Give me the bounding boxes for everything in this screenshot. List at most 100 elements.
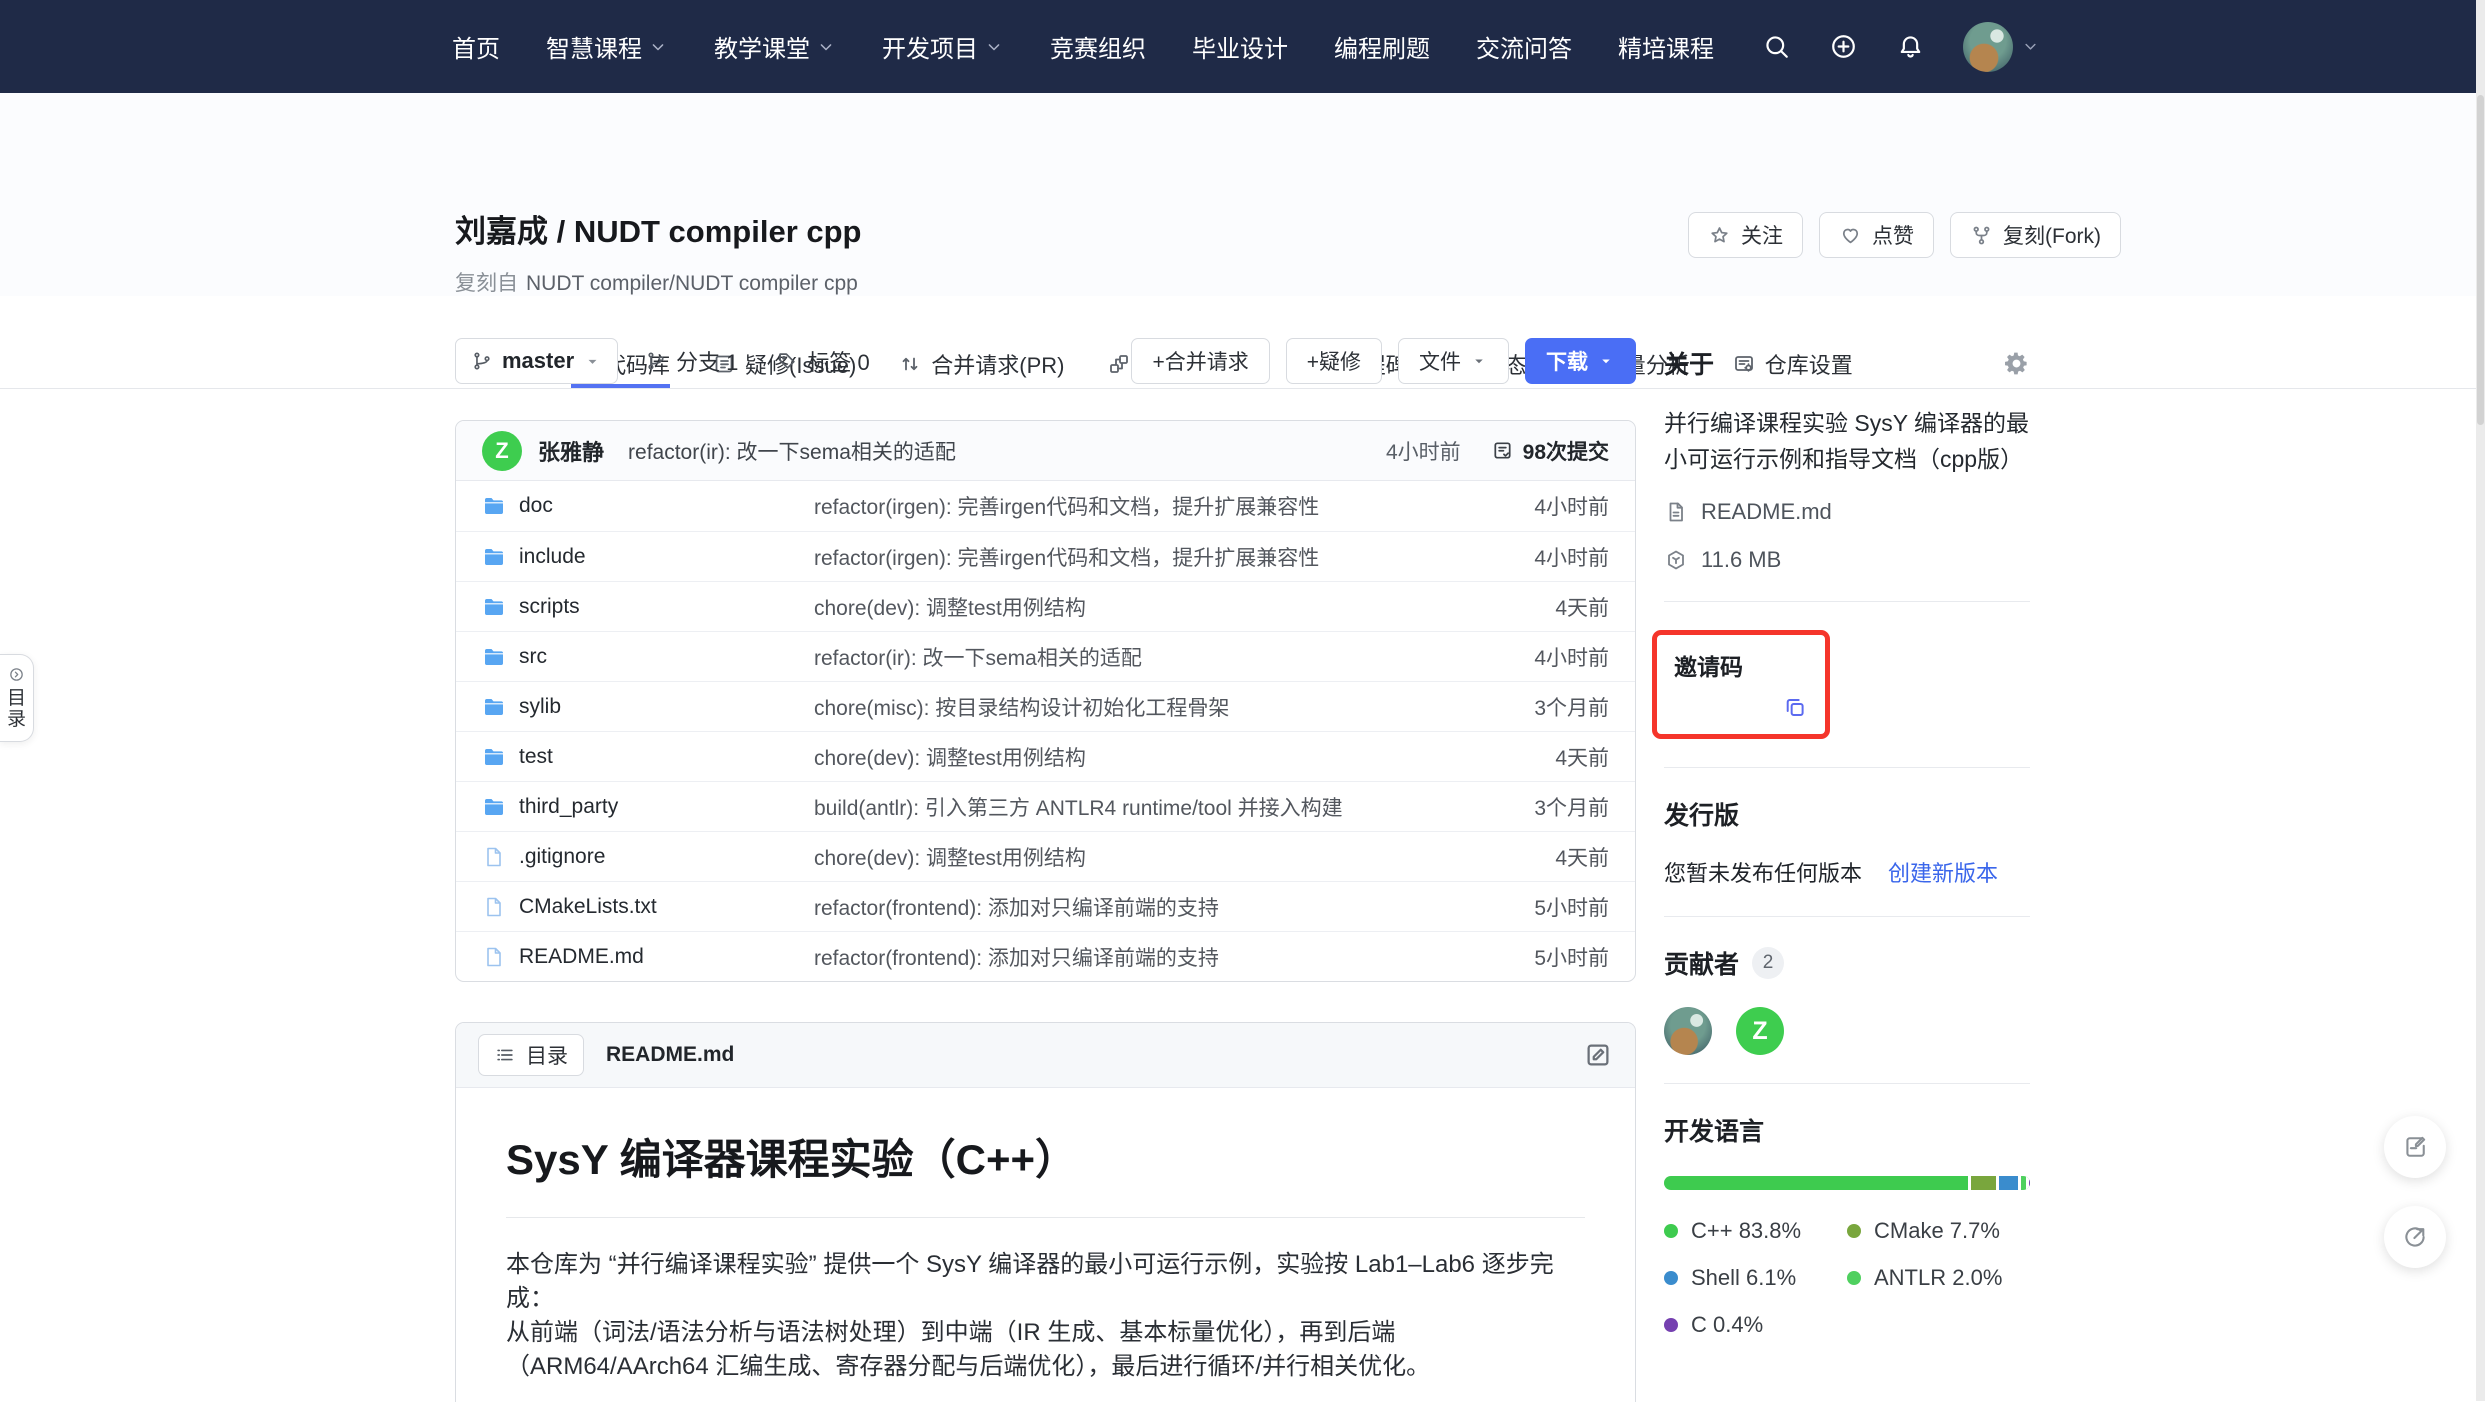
contributor-avatar-1[interactable] bbox=[1664, 1007, 1712, 1055]
file-menu-button[interactable]: 文件 bbox=[1398, 338, 1509, 384]
file-name[interactable]: include bbox=[519, 545, 586, 569]
readme-link[interactable]: README.md bbox=[1664, 499, 2030, 525]
table-row[interactable]: doc refactor(irgen): 完善irgen代码和文档，提升扩展兼容性… bbox=[456, 481, 1635, 531]
feedback-fab-button[interactable] bbox=[2384, 1116, 2446, 1178]
scrollbar-track[interactable] bbox=[2476, 0, 2485, 1401]
file-name[interactable]: CMakeLists.txt bbox=[519, 895, 657, 919]
file-commit-message[interactable]: chore(dev): 调整test用例结构 bbox=[814, 842, 1535, 872]
file-name-cell[interactable]: sylib bbox=[482, 695, 814, 719]
file-commit-message[interactable]: refactor(frontend): 添加对只编译前端的支持 bbox=[814, 942, 1514, 972]
readme-content: SysY 编译器课程实验（C++） 本仓库为 “并行编译课程实验” 提供一个 S… bbox=[456, 1088, 1635, 1402]
file-name-cell[interactable]: README.md bbox=[482, 945, 814, 969]
scrollbar-thumb[interactable] bbox=[2477, 95, 2484, 425]
commit-author-avatar[interactable]: Z bbox=[482, 431, 522, 471]
file-name[interactable]: doc bbox=[519, 494, 553, 518]
nav-item-4[interactable]: 开发项目 bbox=[882, 29, 1004, 64]
like-button[interactable]: 点赞 bbox=[1819, 212, 1934, 258]
toolbar-actions: +合并请求 +疑修 文件 下载 bbox=[1131, 338, 1636, 384]
file-name[interactable]: scripts bbox=[519, 595, 580, 619]
edit-icon[interactable] bbox=[1583, 1040, 1613, 1070]
language-segment bbox=[1971, 1176, 1999, 1190]
file-name-cell[interactable]: scripts bbox=[482, 595, 814, 619]
branch-name: master bbox=[502, 348, 574, 374]
file-name-cell[interactable]: third_party bbox=[482, 795, 814, 819]
nav-item-9[interactable]: 精培课程 bbox=[1618, 29, 1714, 64]
file-name-cell[interactable]: doc bbox=[482, 494, 814, 518]
side-toc-tab[interactable]: 目录 bbox=[0, 654, 34, 742]
table-row[interactable]: .gitignore chore(dev): 调整test用例结构 4天前 bbox=[456, 831, 1635, 881]
file-name[interactable]: test bbox=[519, 745, 553, 769]
nav-item-3[interactable]: 教学课堂 bbox=[714, 29, 836, 64]
file-commit-message[interactable]: refactor(ir): 改一下sema相关的适配 bbox=[814, 642, 1514, 672]
file-commit-message[interactable]: chore(dev): 调整test用例结构 bbox=[814, 592, 1535, 622]
forked-from-link[interactable]: NUDT compiler/NUDT compiler cpp bbox=[526, 272, 858, 295]
file-commit-message[interactable]: refactor(irgen): 完善irgen代码和文档，提升扩展兼容性 bbox=[814, 542, 1514, 572]
file-name-cell[interactable]: include bbox=[482, 545, 814, 569]
commit-time: 4小时前 bbox=[1386, 436, 1461, 466]
file-commit-message[interactable]: chore(misc): 按目录结构设计初始化工程骨架 bbox=[814, 692, 1514, 722]
language-legend-item: Shell 6.1% bbox=[1664, 1265, 1847, 1291]
copy-icon[interactable] bbox=[1782, 694, 1808, 721]
latest-commit-bar: Z 张雅静 refactor(ir): 改一下sema相关的适配 4小时前 98… bbox=[456, 421, 1635, 481]
user-menu[interactable] bbox=[1963, 22, 2040, 72]
commit-message[interactable]: refactor(ir): 改一下sema相关的适配 bbox=[628, 436, 956, 466]
star-icon bbox=[1708, 224, 1731, 247]
download-button[interactable]: 下载 bbox=[1525, 338, 1636, 384]
table-row[interactable]: scriptschore(dev): 调整test用例结构4天前 bbox=[456, 581, 1635, 631]
about-title: 关于 bbox=[1664, 345, 1714, 381]
commit-author[interactable]: 张雅静 bbox=[538, 435, 604, 467]
file-name[interactable]: sylib bbox=[519, 695, 561, 719]
new-issue-button[interactable]: +疑修 bbox=[1286, 338, 1382, 384]
file-name[interactable]: src bbox=[519, 645, 547, 669]
commits-count[interactable]: 98次提交 bbox=[1491, 436, 1609, 466]
watch-button[interactable]: 关注 bbox=[1688, 212, 1803, 258]
bell-icon[interactable] bbox=[1896, 32, 1925, 61]
file-name-cell[interactable]: src bbox=[482, 645, 814, 669]
file-name[interactable]: .gitignore bbox=[519, 845, 605, 869]
nav-item-2[interactable]: 智慧课程 bbox=[546, 29, 668, 64]
nav-item-6[interactable]: 毕业设计 bbox=[1192, 29, 1288, 64]
file-name-cell[interactable]: CMakeLists.txt bbox=[482, 895, 814, 919]
create-release-link[interactable]: 创建新版本 bbox=[1888, 856, 1998, 888]
table-row[interactable]: CMakeLists.txt refactor(frontend): 添加对只编译… bbox=[456, 881, 1635, 931]
fork-button[interactable]: 复刻(Fork) bbox=[1950, 212, 2121, 258]
table-row[interactable]: README.md refactor(frontend): 添加对只编译前端的支持… bbox=[456, 931, 1635, 981]
share-fab-button[interactable] bbox=[2384, 1206, 2446, 1268]
table-row[interactable]: sylibchore(misc): 按目录结构设计初始化工程骨架3个月前 bbox=[456, 681, 1635, 731]
nav-item-1[interactable]: 首页 bbox=[452, 29, 500, 64]
nav-item-7[interactable]: 编程刷题 bbox=[1334, 29, 1430, 64]
language-legend: C++ 83.8%CMake 7.7%Shell 6.1%ANTLR 2.0%C… bbox=[1664, 1218, 2030, 1338]
file-commit-time: 4天前 bbox=[1555, 842, 1609, 872]
new-merge-request-button[interactable]: +合并请求 bbox=[1131, 338, 1269, 384]
table-row[interactable]: test chore(dev): 调整test用例结构 4天前 bbox=[456, 731, 1635, 781]
avatar[interactable] bbox=[1963, 22, 2013, 72]
file-list: doc refactor(irgen): 完善irgen代码和文档，提升扩展兼容性… bbox=[456, 481, 1635, 981]
tags-count[interactable]: 标签 0 bbox=[776, 345, 869, 377]
file-name-cell[interactable]: .gitignore bbox=[482, 845, 814, 869]
file-name[interactable]: third_party bbox=[519, 795, 618, 819]
table-row[interactable]: third_party build(antlr): 引入第三方 ANTLR4 ru… bbox=[456, 781, 1635, 831]
file-name-cell[interactable]: test bbox=[482, 745, 814, 769]
top-navbar: 首页 智慧课程 教学课堂 开发项目 竞赛组织 毕业设计 编程刷题 交流问答 精培课程 bbox=[0, 0, 2485, 93]
file-name[interactable]: README.md bbox=[519, 945, 644, 969]
toc-button[interactable]: 目录 bbox=[478, 1034, 584, 1076]
file-commit-time: 4天前 bbox=[1555, 742, 1609, 772]
branches-count[interactable]: 分支 1 bbox=[645, 345, 738, 377]
branch-selector[interactable]: master bbox=[455, 338, 618, 384]
file-commit-message[interactable]: build(antlr): 引入第三方 ANTLR4 runtime/tool … bbox=[814, 792, 1514, 822]
gear-icon[interactable] bbox=[2003, 350, 2030, 377]
search-icon[interactable] bbox=[1762, 32, 1791, 61]
file-commit-message[interactable]: refactor(irgen): 完善irgen代码和文档，提升扩展兼容性 bbox=[814, 491, 1514, 521]
table-row[interactable]: srcrefactor(ir): 改一下sema相关的适配4小时前 bbox=[456, 631, 1635, 681]
table-row[interactable]: include refactor(irgen): 完善irgen代码和文档，提升扩… bbox=[456, 531, 1635, 581]
file-commit-message[interactable]: refactor(frontend): 添加对只编译前端的支持 bbox=[814, 892, 1514, 922]
nav-item-8[interactable]: 交流问答 bbox=[1476, 29, 1572, 64]
feedback-edit-icon bbox=[2401, 1133, 2429, 1161]
chevron-down-icon bbox=[984, 37, 1004, 57]
package-icon bbox=[1664, 548, 1688, 572]
contributors-title: 贡献者 bbox=[1664, 945, 1739, 981]
nav-item-5[interactable]: 竞赛组织 bbox=[1050, 29, 1146, 64]
file-commit-message[interactable]: chore(dev): 调整test用例结构 bbox=[814, 742, 1535, 772]
plus-circle-icon[interactable] bbox=[1829, 32, 1858, 61]
contributor-avatar-2[interactable]: Z bbox=[1736, 1007, 1784, 1055]
